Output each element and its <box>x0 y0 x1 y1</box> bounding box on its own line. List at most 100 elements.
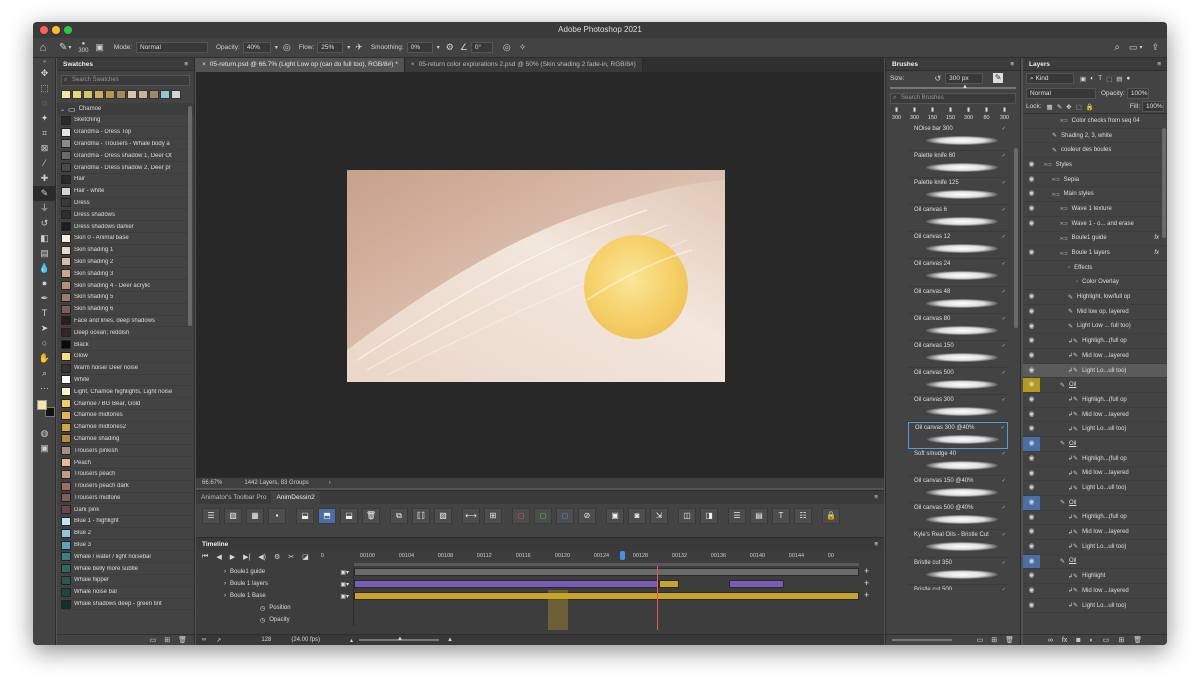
brush-edit-icon[interactable]: ✓ <box>1002 560 1006 566</box>
reset-icon[interactable]: ↺ <box>934 74 941 83</box>
visibility-eye-icon[interactable]: ◉ <box>1023 393 1040 407</box>
recent-brush[interactable]: ▮ 150 <box>942 106 959 122</box>
layer-row[interactable]: ◉ ›▭ Wave 1 texture <box>1023 202 1167 217</box>
quick-mask-icon[interactable]: ◍ <box>33 426 56 441</box>
render-icon[interactable]: ↗ <box>216 637 221 644</box>
minimize-window-button[interactable] <box>52 26 60 34</box>
trash-icon[interactable]: 🗑 <box>1005 636 1014 644</box>
visibility-eye-icon[interactable]: ◉ <box>1023 437 1040 451</box>
swatch-item[interactable]: Grandma - Dress Top <box>57 127 194 139</box>
crop-tool-icon[interactable]: ⌗ <box>33 126 56 141</box>
visibility-eye-icon[interactable]: ◉ <box>1023 173 1040 187</box>
lasso-tool-icon[interactable]: ◌ <box>33 96 56 111</box>
chevron-right-icon[interactable]: › <box>329 480 331 486</box>
new-group-icon[interactable]: ▭ <box>150 636 157 644</box>
artwork-canvas[interactable] <box>347 170 725 382</box>
green-label-button[interactable]: ◻ <box>534 508 552 524</box>
pressure-opacity-icon[interactable]: ◎ <box>283 42 291 53</box>
layer-row[interactable]: ◉ ↲✎ Light Lo...ull too) <box>1023 363 1167 379</box>
document-button[interactable]: ▤ <box>750 508 768 524</box>
brush-edit-icon[interactable]: ✓ <box>1002 207 1006 213</box>
visibility-eye-icon[interactable]: ◉ <box>1023 584 1040 598</box>
notes-button[interactable]: ☰ <box>728 508 746 524</box>
visibility-eye-icon[interactable]: ◉ <box>1023 481 1040 495</box>
layer-row[interactable]: ◉ ›▭ Styles <box>1023 158 1167 173</box>
recent-brush[interactable]: ▮ 150 <box>924 106 941 122</box>
no-label-button[interactable]: ⊘ <box>578 508 596 524</box>
new-group-icon[interactable]: ▭ <box>1103 636 1110 644</box>
fx-icon[interactable]: fx <box>1062 637 1067 644</box>
path-selection-tool-icon[interactable]: ➤ <box>33 321 56 336</box>
fx-icon[interactable]: fx <box>1154 250 1159 256</box>
trash-icon[interactable]: 🗑 <box>178 636 187 644</box>
layer-row[interactable]: ◉ ›▭ Boule 1 layers fx <box>1023 246 1167 261</box>
type-tool-icon[interactable]: T <box>33 306 56 321</box>
swatch-item[interactable]: Chamoe midtones2 <box>57 422 194 434</box>
convert-icon[interactable]: ∞ <box>202 637 206 643</box>
visibility-eye-icon[interactable]: ◉ <box>1023 540 1040 554</box>
new-brush-icon[interactable]: ✎ <box>993 73 1004 83</box>
brush-preset[interactable]: Kyle's Real Oils - Bristle Cut ✓ <box>908 530 1008 558</box>
layer-row[interactable]: ◉ ↲✎ Light Lo...ull too) <box>1023 422 1167 438</box>
recent-brush[interactable]: ▮ 300 <box>996 106 1013 122</box>
gear-icon[interactable]: ⚙ <box>446 42 454 53</box>
swatch-item[interactable]: Dark pink <box>57 504 194 517</box>
swatch-item[interactable]: Peach <box>57 457 194 469</box>
recent-swatch[interactable] <box>105 89 115 99</box>
brushes-scrollbar[interactable] <box>1014 148 1018 328</box>
swatch-item[interactable]: Blue 3 <box>57 540 194 552</box>
angle-icon[interactable]: ∠ <box>460 42 468 53</box>
layer-row[interactable]: ◉ ›▭ Wave 1 - o... and erase <box>1023 217 1167 232</box>
tab-05-return-color-explorations[interactable]: × 05-return color explorations 2.psd @ 50… <box>404 58 643 72</box>
recent-swatch[interactable] <box>127 89 137 99</box>
trash-icon[interactable]: 🗑 <box>1133 636 1142 644</box>
brush-edit-icon[interactable]: ✓ <box>1002 478 1006 484</box>
dodge-tool-icon[interactable]: ● <box>33 276 56 291</box>
camera-button[interactable]: ◙ <box>628 508 646 524</box>
visibility-eye-icon[interactable]: ◉ <box>1023 452 1040 466</box>
swatch-item[interactable]: Whale belly more subtle <box>57 563 194 576</box>
new-brush-icon[interactable]: ⊞ <box>991 636 997 644</box>
track-options-icon[interactable]: ▣▾ <box>340 581 349 588</box>
timeline-zoom-slider[interactable]: ▲ <box>359 636 440 642</box>
lock-transparency-icon[interactable]: ▦ <box>1047 103 1053 111</box>
blend-mode-select[interactable]: Normal <box>1026 87 1096 99</box>
layer-duration-bar[interactable] <box>659 580 679 588</box>
brush-preset[interactable]: Bristle cut 500 ✓ <box>908 585 1008 590</box>
brush-size-slider[interactable]: ▲ <box>890 84 1016 90</box>
swatch-item[interactable]: Grandma - Dress shadow 1, Deer Ot <box>57 150 194 163</box>
ellipse-tool-icon[interactable]: ○ <box>33 336 56 351</box>
layers-scrollbar[interactable] <box>1162 128 1166 238</box>
pressure-size-icon[interactable]: ◎ <box>503 42 511 53</box>
brush-edit-icon[interactable]: ✓ <box>1002 180 1006 186</box>
toolbox-collapse-icon[interactable]: » <box>33 58 56 66</box>
layer-duration-bar[interactable] <box>354 592 859 600</box>
swatch-item[interactable]: Blue 1 - highlight <box>57 516 194 528</box>
visibility-eye-icon[interactable]: ◉ <box>1023 408 1040 422</box>
brush-preset[interactable]: Oil canvas 150 ✓ <box>908 341 1008 368</box>
pixel-filter-icon[interactable]: ▣ <box>1080 75 1086 83</box>
visibility-eye-icon[interactable]: ◉ <box>1023 158 1040 172</box>
layer-opacity-field[interactable]: 100% <box>1126 87 1149 99</box>
brush-preset[interactable]: Palette knife 60 ✓ <box>908 151 1008 179</box>
swatch-item[interactable]: Face and lines, deep shadows <box>57 316 194 328</box>
swatch-item[interactable]: Grandma - Trousers - Whale body a <box>57 139 194 151</box>
brush-edit-icon[interactable]: ✓ <box>1002 397 1006 403</box>
stopwatch-icon[interactable]: ◷ <box>260 605 265 612</box>
swatch-item[interactable]: Trousers peach <box>57 469 194 481</box>
opacity-field[interactable]: 40% <box>242 42 271 53</box>
swatch-item[interactable]: Chamoe / BG Bear, Gold <box>57 398 194 410</box>
lock-pixels-icon[interactable]: ✎ <box>1057 103 1062 111</box>
brush-preset[interactable]: Oil canvas 500 @40% ✓ <box>908 503 1008 531</box>
brush-preset[interactable]: Oil canvas 300 ✓ <box>908 395 1008 423</box>
visibility-eye-icon[interactable]: ◉ <box>1023 290 1040 304</box>
play-icon[interactable]: ▶ <box>230 553 235 561</box>
layer-row[interactable]: ◉ ↲✎ Light Lo...ull too) <box>1023 540 1167 555</box>
next-frame-icon[interactable]: ▶| <box>243 553 250 561</box>
layer-row[interactable]: ◉ ↲✎ Mid low ...layered <box>1023 467 1167 482</box>
flow-field[interactable]: 25% <box>317 42 344 53</box>
layer-row[interactable]: ◉ ✎ Oil <box>1023 437 1167 452</box>
brush-edit-icon[interactable]: ✓ <box>1002 451 1006 457</box>
swatch-item[interactable]: Glow <box>57 351 194 363</box>
ink-paint-button[interactable]: ◨ <box>700 508 718 524</box>
